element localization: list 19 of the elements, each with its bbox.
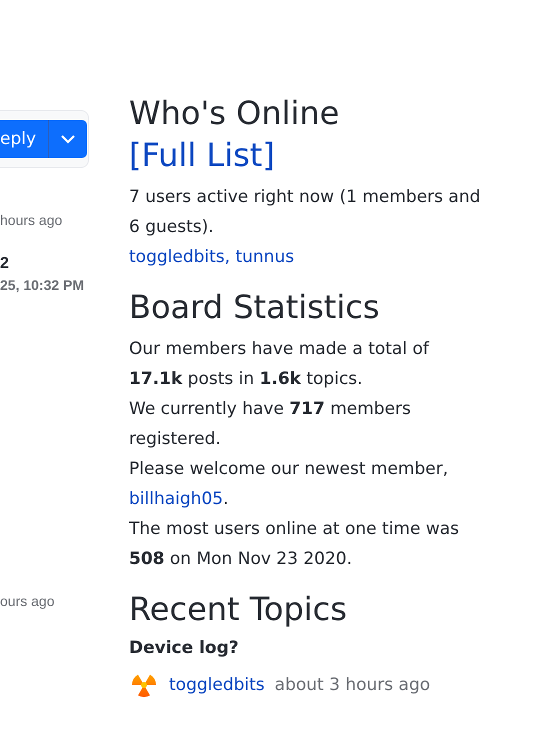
post-date: 25, 10:32 PM [0,277,86,293]
statistics-text: We currently have 717 members registered. [129,398,412,451]
post-title: 2 [0,255,10,273]
reply-button[interactable]: eply [0,120,87,158]
statistics-text: Our members have made a total of 17.1k posts in 1.6k topics. [129,338,430,391]
statistics-text: Please welcome our newest member, billhaigh05. [129,458,450,511]
section-heading: Board Statistics [129,287,380,328]
post-time: hours ago [0,212,64,228]
author-link[interactable]: toggledbits [169,675,265,695]
post-time: ours ago [0,593,56,609]
section-heading: Who's Online [129,94,340,132]
topic-time: about 3 hours ago [274,675,430,695]
topic-title[interactable]: Device log? [129,638,484,658]
online-summary: 7 users active right now (1 members and 6 guests). [129,186,482,239]
online-users-link[interactable]: toggledbits, tunnus [129,247,294,267]
section-heading: Recent Topics [129,589,348,630]
full-list-link[interactable]: [Full List] [129,136,275,174]
statistics-text: The most users online at one time was 508 on Mon Nov 23 2020. [129,518,460,571]
member-link[interactable]: billhaigh05 [129,489,224,509]
